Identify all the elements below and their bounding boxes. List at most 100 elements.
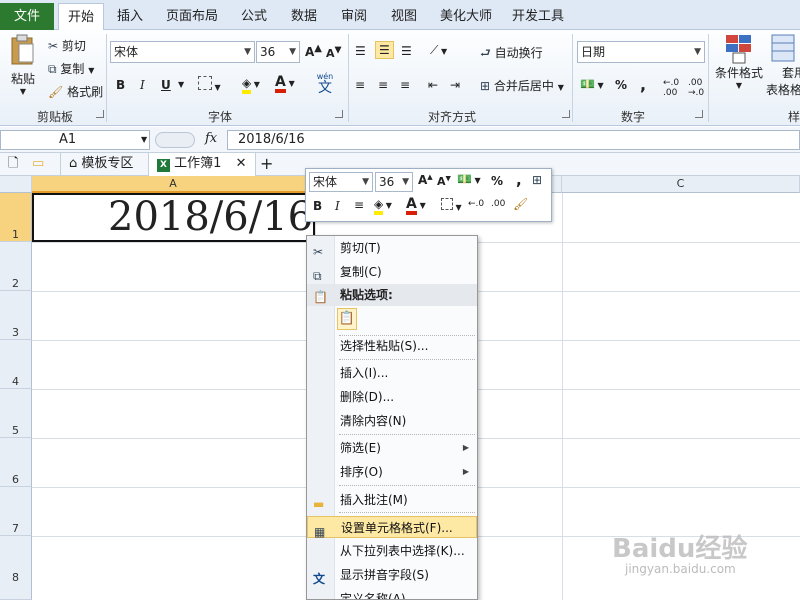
row-header-8[interactable]: 8 [0,536,32,600]
formula-input[interactable]: 2018/6/16 [227,130,800,150]
row-header-5[interactable]: 5 [0,389,32,438]
font-launcher-icon[interactable] [335,110,343,118]
row-header-2[interactable]: 2 [0,242,32,291]
font-size-select[interactable]: 36 ▼ [256,41,300,63]
bold-button[interactable]: B [116,78,125,92]
formula-splitter[interactable] [155,132,195,148]
menu-item-filter[interactable]: 筛选(E) ▶ [307,437,477,459]
select-all-corner[interactable] [0,176,32,193]
borders-button[interactable]: ▼ [198,76,221,93]
menu-item-insert[interactable]: 插入(I)... [307,362,477,384]
number-launcher-icon[interactable] [695,110,703,118]
paste-button[interactable]: 粘贴 ▼ [8,34,38,100]
mini-italic-button[interactable]: I [335,199,340,213]
menu-item-paste-special[interactable]: 选择性粘贴(S)... [307,335,477,357]
menu-item-define-name[interactable]: 定义名称(A)... [307,588,477,599]
menu-item-clear[interactable]: 清除内容(N) [307,410,477,432]
mini-merge-button[interactable]: ⊞ [532,173,542,187]
font-color-button[interactable]: A ▼ [275,74,295,93]
cut-button[interactable]: ✂ 剪切 [48,37,86,54]
alignment-launcher-icon[interactable] [562,110,570,118]
conditional-format-button[interactable]: 条件格式 ▼ [714,34,764,90]
mini-font-select[interactable]: 宋体 ▼ [309,172,373,192]
number-format-select[interactable]: 日期 ▼ [577,41,705,63]
tab-insert[interactable]: 插入 [110,3,150,30]
tab-developer[interactable]: 开发工具 [506,3,570,30]
clipboard-launcher-icon[interactable] [96,110,104,118]
menu-item-pick-from-list[interactable]: 从下拉列表中选择(K)... [307,540,477,562]
copy-button[interactable]: ⧉ 复制 ▼ [48,60,94,77]
tab-page-layout[interactable]: 页面布局 [160,3,224,30]
tab-view[interactable]: 视图 [384,3,424,30]
grow-font-button[interactable]: A▲ [305,43,322,59]
percent-button[interactable]: % [615,78,627,92]
align-right-button[interactable]: ≡ [400,78,410,92]
orientation-button[interactable]: ⟋ ▼ [430,43,447,58]
mini-size-select[interactable]: 36 ▼ [375,172,413,192]
phonetic-button[interactable]: wén 文 [312,72,338,96]
format-as-table-button[interactable]: 套用 表格格 [766,34,800,98]
name-box[interactable]: A1 ▼ [0,130,150,150]
align-middle-button[interactable]: ☰ [375,41,394,59]
row-header-7[interactable]: 7 [0,487,32,536]
insert-function-button[interactable]: fx [205,131,217,146]
mini-bold-button[interactable]: B [313,199,322,213]
mini-shrink-font-button[interactable]: A▼ [437,174,451,188]
mini-fill-color-button[interactable]: ◈ ▼ [374,197,392,215]
align-top-button[interactable]: ☰ [355,44,366,58]
column-header-a[interactable]: A [32,176,315,193]
row-header-1[interactable]: 1 [0,193,32,242]
menu-item-copy[interactable]: ⧉ 复制(C) [307,261,477,283]
paste-option-icon[interactable]: 📋 [337,308,357,330]
wrap-text-button[interactable]: ⮐ 自动换行 [480,44,543,65]
underline-button[interactable]: U [161,78,171,92]
currency-button[interactable]: 💵 ▼ [580,77,604,91]
mini-comma-button[interactable]: , [516,171,522,189]
menu-item-format-cells[interactable]: ▦ 设置单元格格式(F)... [307,516,477,539]
tab-formulas[interactable]: 公式 [234,3,274,30]
format-painter-button[interactable]: 🖌 格式刷 [48,83,103,100]
menu-item-delete[interactable]: 删除(D)... [307,386,477,408]
merge-center-button[interactable]: ⊞ 合并后居中 ▼ [480,77,564,94]
increase-decimal-button[interactable]: ←.0.00 [663,78,679,98]
align-bottom-button[interactable]: ☰ [401,44,412,58]
row-header-6[interactable]: 6 [0,438,32,487]
shrink-font-button[interactable]: A▼ [326,44,342,60]
add-tab-button[interactable]: + [260,153,273,176]
tab-data[interactable]: 数据 [284,3,324,30]
underline-dropdown[interactable]: ▼ [178,80,184,89]
fill-color-button[interactable]: ◈ ▼ [242,76,260,94]
close-icon[interactable]: ✕ [236,156,247,171]
tab-beautify-master[interactable]: 美化大师 [434,3,498,30]
menu-item-insert-comment[interactable]: ▬ 插入批注(M) [307,489,477,511]
comma-button[interactable]: , [640,75,646,94]
mini-percent-button[interactable]: % [491,174,503,188]
align-left-button[interactable]: ≡ [355,78,365,92]
menu-item-cut[interactable]: ✂ 剪切(T) [307,237,477,259]
mini-currency-button[interactable]: 💵 ▼ [457,172,481,186]
mini-font-color-button[interactable]: A ▼ [406,196,426,215]
decrease-indent-button[interactable]: ⇤ [428,78,438,92]
align-center-button[interactable]: ≡ [378,78,388,92]
tab-home[interactable]: 开始 [58,3,104,31]
new-file-icon[interactable]: 🗋 [8,153,18,176]
mini-increase-decimal-button[interactable]: ←.0 [468,199,484,209]
italic-button[interactable]: I [140,78,145,92]
increase-indent-button[interactable]: ⇥ [450,78,460,92]
column-header-c[interactable]: C [562,176,800,193]
menu-item-sort[interactable]: 排序(O) ▶ [307,461,477,483]
mini-borders-button[interactable]: ▼ [441,198,462,213]
tab-file[interactable]: 文件 [0,3,54,30]
mini-decrease-decimal-button[interactable]: .00 [491,199,505,209]
folder-icon[interactable]: ▭ [32,153,44,176]
row-header-3[interactable]: 3 [0,291,32,340]
decrease-decimal-button[interactable]: .00 →.0 [688,78,704,98]
mini-format-painter-button[interactable]: 🖌 [513,197,528,211]
row-header-4[interactable]: 4 [0,340,32,389]
font-name-select[interactable]: 宋体 ▼ [110,41,255,63]
template-tab[interactable]: ⌂ 模板专区 [60,153,144,176]
workbook-tab-active[interactable]: X 工作簿1 ✕ [148,153,256,176]
tab-review[interactable]: 审阅 [334,3,374,30]
menu-item-show-phonetic[interactable]: 文 显示拼音字段(S) [307,564,477,586]
mini-grow-font-button[interactable]: A▲ [418,173,433,187]
